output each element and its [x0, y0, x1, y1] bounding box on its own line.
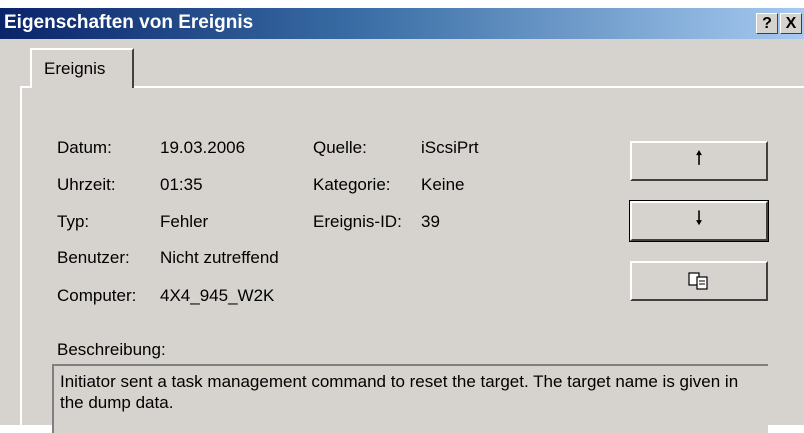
next-event-button[interactable]: 🠓 — [629, 200, 769, 242]
date-value: 19.03.2006 — [160, 138, 246, 157]
user-label: Benutzer: — [57, 248, 130, 267]
computer-value: 4X4_945_W2K — [160, 286, 275, 305]
tab-label: Ereignis — [44, 59, 106, 78]
description-label: Beschreibung: — [57, 340, 166, 359]
previous-event-button[interactable]: 🠑 — [630, 141, 768, 181]
event-id-label: Ereignis-ID: — [313, 212, 402, 231]
type-label: Typ: — [57, 212, 90, 231]
type-value: Fehler — [160, 212, 209, 231]
arrow-up-icon: 🠑 — [695, 148, 703, 168]
event-properties-dialog: Eigenschaften von Ereignis ? X Ereignis … — [0, 8, 804, 433]
title-bar[interactable]: Eigenschaften von Ereignis ? X — [0, 8, 804, 39]
window-title: Eigenschaften von Ereignis — [4, 12, 254, 33]
date-label: Datum: — [57, 138, 112, 157]
source-value: iScsiPrt — [421, 138, 479, 157]
arrow-down-icon: 🠓 — [695, 208, 703, 228]
category-label: Kategorie: — [313, 175, 391, 194]
time-label: Uhrzeit: — [57, 175, 116, 194]
tab-ereignis[interactable]: Ereignis — [30, 48, 134, 88]
copy-icon — [688, 272, 708, 290]
time-value: 01:35 — [160, 175, 203, 194]
source-label: Quelle: — [313, 138, 367, 157]
description-textbox[interactable]: Initiator sent a task management command… — [52, 364, 768, 433]
event-id-value: 39 — [421, 212, 440, 231]
help-button[interactable]: ? — [756, 13, 778, 34]
category-value: Keine — [421, 175, 465, 194]
copy-button[interactable] — [630, 261, 768, 301]
computer-label: Computer: — [57, 286, 137, 305]
close-button[interactable]: X — [780, 13, 802, 34]
user-value: Nicht zutreffend — [160, 248, 279, 267]
